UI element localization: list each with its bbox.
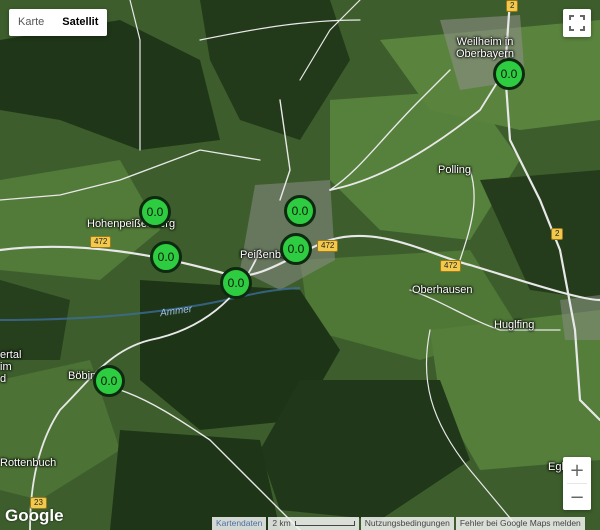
terms-link[interactable]: Nutzungsbedingungen [360, 517, 454, 530]
map-data-link[interactable]: Kartendaten [212, 517, 267, 530]
marker-ammer[interactable]: 0.0 [220, 267, 252, 299]
google-logo[interactable]: Google [5, 506, 64, 526]
road-shield-472-west: 472 [90, 236, 112, 248]
scale-bar-line [294, 521, 355, 526]
marker-peissenberg-north[interactable]: 0.0 [284, 195, 316, 227]
road-shield-2-top: 2 [506, 0, 519, 12]
place-label-hugling: Huglfing [494, 319, 535, 331]
marker-boebing[interactable]: 0.0 [93, 365, 125, 397]
zoom-in-button[interactable]: + [563, 457, 591, 483]
marker-peissenberg-center[interactable]: 0.0 [280, 233, 312, 265]
place-label-oberhausen: Oberhausen [412, 284, 473, 296]
marker-value: 0.0 [227, 276, 245, 290]
marker-value: 0.0 [287, 242, 305, 256]
place-label-polling: Polling [438, 164, 472, 176]
scale-bar[interactable]: 2 km [268, 517, 359, 530]
marker-value: 0.0 [291, 204, 309, 218]
road-shield-472-east: 472 [440, 260, 462, 272]
marker-weilheim[interactable]: 0.0 [493, 58, 525, 90]
fullscreen-button[interactable] [563, 9, 591, 37]
zoom-control: + − [563, 457, 591, 510]
report-error-link[interactable]: Fehler bei Google Maps melden [455, 517, 585, 530]
map-type-karte-button[interactable]: Karte [9, 9, 53, 36]
fullscreen-icon [569, 15, 585, 31]
marker-value: 0.0 [100, 374, 118, 388]
place-label-rottenbuch: Rottenbuch [0, 457, 57, 469]
marker-value: 0.0 [157, 250, 175, 264]
road-shield-472-center: 472 [317, 240, 339, 252]
attribution-bar: Kartendaten 2 km Nutzungsbedingungen Feh… [210, 517, 585, 530]
place-label-weilheim: Weilheim in Oberbayern [450, 36, 520, 60]
map-canvas[interactable]: Weilheim in Oberbayern Polling Hohenpeiß… [0, 0, 600, 530]
marker-hohenpeissenberg-north[interactable]: 0.0 [139, 196, 171, 228]
place-label-vertal: ertal im d [0, 349, 22, 385]
marker-hohenpeissenberg-south[interactable]: 0.0 [150, 241, 182, 273]
marker-value: 0.0 [146, 205, 164, 219]
zoom-out-button[interactable]: − [563, 484, 591, 510]
map-type-control: Karte Satellit [9, 9, 108, 36]
marker-value: 0.0 [500, 67, 518, 81]
scale-label: 2 km [272, 518, 291, 528]
road-shield-2-right: 2 [551, 228, 564, 240]
place-label-weilheim-text: Weilheim in Oberbayern [455, 36, 515, 60]
map-type-satellit-button[interactable]: Satellit [53, 9, 107, 36]
